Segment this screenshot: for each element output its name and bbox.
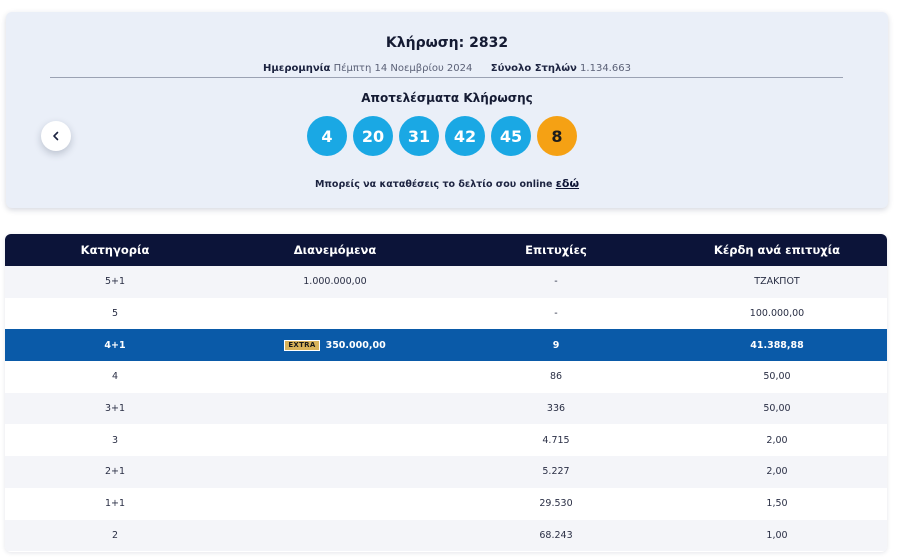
cell-prize: 50,00 (763, 371, 791, 383)
cell-prize: 2,00 (766, 466, 788, 478)
draw-meta: Ημερομηνία Πέμπτη 14 Νοεμβρίου 2024 Σύνο… (6, 63, 888, 74)
cell-winners: 4.715 (542, 434, 570, 446)
cell-category: 4+1 (104, 339, 126, 351)
cell-prize: 1,50 (766, 498, 788, 510)
table-row: 2+1 5.227 2,00 (5, 456, 887, 488)
cell-category: 3 (111, 434, 119, 446)
results-title: Αποτελέσματα Κλήρωσης (361, 91, 533, 105)
table-header: Κατηγορία Διανεμόμενα Επιτυχίες Κέρδη αν… (5, 234, 887, 266)
cell-prize: ΤΖΑΚΠΟΤ (754, 276, 800, 288)
cell-category: 5+1 (104, 276, 126, 288)
cell-category: 4 (111, 371, 119, 383)
table-row: 3 4.715 2,00 (5, 424, 887, 457)
online-text: Μπορείς να καταθέσεις το δελτίο σου onli… (314, 179, 553, 190)
cell-prize: 1,00 (766, 529, 788, 541)
cell-category: 2+1 (104, 466, 126, 478)
cell-prize: 50,00 (763, 403, 791, 415)
cell-distributed: 1.000.000,00 (225, 276, 445, 287)
columns-label: Σύνολο Στηλών (490, 63, 577, 74)
draw-title: Κλήρωση: 2832 (385, 35, 509, 51)
cell-winners: 9 (552, 339, 560, 351)
cell-distributed: EXTRA 350.000,00 (225, 339, 445, 351)
result-ball: 4 (307, 116, 347, 156)
table-row: 5+1 1.000.000,00 - ΤΖΑΚΠΟΤ (5, 266, 887, 298)
cell-winners: 68.243 (539, 529, 573, 541)
cell-prize: 2,00 (766, 434, 788, 446)
cell-winners: - (554, 308, 558, 320)
online-note: Μπορείς να καταθέσεις το δελτίο σου onli… (6, 177, 888, 190)
cell-category: 5 (111, 308, 119, 320)
table-row: 3+1 336 50,00 (5, 392, 887, 425)
distributed-value: 350.000,00 (325, 339, 386, 351)
header-category: Κατηγορία (80, 243, 150, 257)
cell-winners: 5.227 (542, 466, 570, 478)
result-balls: 4 20 31 42 45 8 (307, 116, 577, 156)
table-body: 5+1 1.000.000,00 - ΤΖΑΚΠΟΤ 5 - 100.000,00 4+1 EX… (5, 266, 887, 552)
joker-ball: 8 (537, 116, 577, 156)
cell-category: 2 (111, 529, 119, 541)
online-link[interactable]: εδώ (556, 177, 579, 190)
result-ball: 31 (399, 116, 439, 156)
chevron-left-icon (51, 131, 61, 141)
result-ball: 45 (491, 116, 531, 156)
date-value: Πέμπτη 14 Νοεμβρίου 2024 (333, 63, 473, 74)
distributed-value: 1.000.000,00 (303, 276, 367, 288)
result-ball: 20 (353, 116, 393, 156)
table-row: 4 86 50,00 (5, 361, 887, 393)
cell-winners: 86 (549, 371, 563, 383)
cell-prize: 41.388,88 (750, 339, 804, 351)
table-row: 2 68.243 1,00 (5, 519, 887, 552)
cell-winners: - (554, 276, 558, 288)
cell-winners: 29.530 (539, 498, 573, 510)
prize-table: Κατηγορία Διανεμόμενα Επιτυχίες Κέρδη αν… (5, 234, 887, 552)
header-distributed: Διανεμόμενα (293, 243, 377, 257)
cell-category: 1+1 (104, 498, 126, 510)
cell-prize: 100.000,00 (749, 308, 805, 320)
extra-badge: EXTRA (284, 339, 320, 351)
columns-value: 1.134.663 (580, 63, 631, 74)
cell-category: 3+1 (104, 403, 126, 415)
table-row: 5 - 100.000,00 (5, 297, 887, 330)
previous-draw-button[interactable] (41, 121, 71, 151)
cell-winners: 336 (546, 403, 566, 415)
date-label: Ημερομηνία (263, 63, 331, 74)
header-prize: Κέρδη ανά επιτυχία (713, 243, 841, 257)
table-row: 1+1 29.530 1,50 (5, 487, 887, 520)
result-ball: 42 (445, 116, 485, 156)
divider (50, 77, 843, 78)
table-row: 4+1 EXTRA 350.000,00 9 41.388,88 (5, 329, 887, 362)
draw-card: Κλήρωση: 2832 Ημερομηνία Πέμπτη 14 Νοεμβ… (6, 12, 888, 208)
header-winners: Επιτυχίες (525, 243, 587, 257)
